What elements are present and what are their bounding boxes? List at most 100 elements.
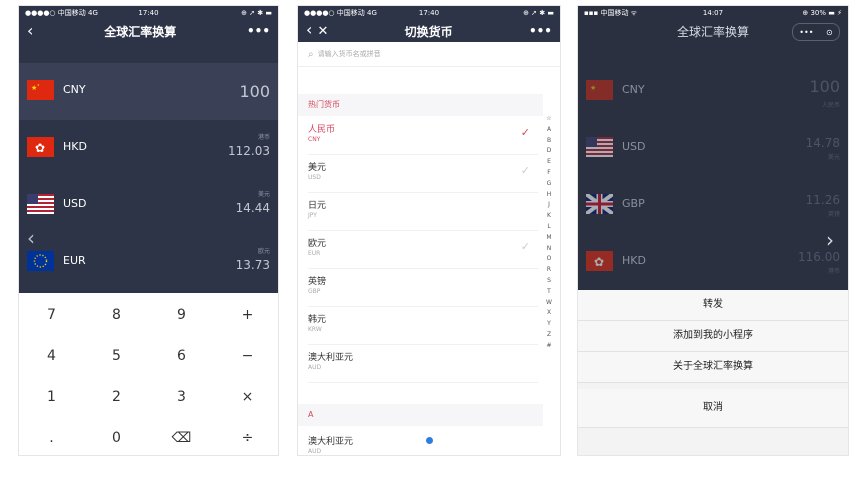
currency-row-usd[interactable]: USD 14.78 美元 <box>578 120 848 177</box>
status-bar: ▪▪▪ 中国移动 ᯤ 14:07 ⊕ 30% ▬ ⚡ <box>578 6 848 20</box>
index-letter[interactable]: W <box>544 298 554 309</box>
list-item[interactable]: 英镑 GBP <box>308 270 538 307</box>
currency-amount: 116.00 <box>798 250 840 264</box>
key-0[interactable]: 0 <box>84 418 149 455</box>
index-letter[interactable]: J <box>544 200 554 211</box>
list-item[interactable]: 韩元 KRW <box>308 308 538 345</box>
index-letter[interactable]: L <box>544 222 554 233</box>
index-letter[interactable]: S <box>544 276 554 287</box>
status-icons: ⊕ 30% ▬ ⚡ <box>802 9 842 17</box>
key-4[interactable]: 4 <box>19 336 84 376</box>
share-menu-screen: ▪▪▪ 中国移动 ᯤ 14:07 ⊕ 30% ▬ ⚡ 全球汇率换算 ••• ⊙ … <box>577 5 849 456</box>
close-circle-icon[interactable]: ⊙ <box>826 28 833 37</box>
check-icon: ✓ <box>520 240 530 253</box>
key-2[interactable]: 2 <box>84 377 149 417</box>
index-letter[interactable]: D <box>544 146 554 157</box>
index-letter[interactable]: Z <box>544 330 554 341</box>
add-to-my-miniprogram-button[interactable]: 添加到我的小程序 <box>578 321 848 352</box>
currency-cn: 日元 <box>308 201 327 211</box>
currency-row-gbp[interactable]: GBP 11.26 英镑 <box>578 177 848 234</box>
scroll-dot <box>426 437 433 444</box>
list-item[interactable]: 欧元 EUR ✓ <box>308 232 538 269</box>
key-5[interactable]: 5 <box>84 336 149 376</box>
list-item[interactable]: 日元 JPY <box>308 194 538 231</box>
search-input[interactable]: ⌕ 请输入货币名或拼音 <box>298 42 560 67</box>
index-letter[interactable]: M <box>544 233 554 244</box>
index-letter[interactable]: T <box>544 287 554 298</box>
chevron-right-icon[interactable]: › <box>826 228 834 252</box>
china-flag-icon: ★ ★ <box>27 80 54 100</box>
time-label: 17:40 <box>418 9 440 17</box>
list-item[interactable]: 澳大利亚元 AUD <box>308 430 538 455</box>
key-multiply[interactable]: × <box>215 377 278 417</box>
key-3[interactable]: 3 <box>149 377 214 417</box>
status-bar: ●●●●○ 中国移动 4G 17:40 ⊕ ➚ ✱ ▬ <box>298 6 560 20</box>
backspace-icon[interactable]: ⌫ <box>149 418 214 455</box>
back-icon[interactable]: ‹ ✕ <box>306 22 328 40</box>
alphabet-index[interactable]: ☆ A B D E F G H J K L M N O R S T W X Y … <box>544 114 554 352</box>
currency-cn: 韩元 <box>308 315 327 325</box>
currency-code: EUR <box>63 254 86 267</box>
index-letter[interactable]: A <box>544 125 554 136</box>
key-8[interactable]: 8 <box>84 295 149 335</box>
currency-en: AUD <box>308 364 322 371</box>
key-7[interactable]: 7 <box>19 295 84 335</box>
index-letter[interactable]: R <box>544 265 554 276</box>
currency-name: 美元 <box>827 154 840 161</box>
more-icon[interactable]: ••• <box>799 28 813 37</box>
currency-en: AUD <box>308 448 322 455</box>
key-1[interactable]: 1 <box>19 377 84 417</box>
chevron-left-icon[interactable]: ‹ <box>27 226 35 250</box>
status-icons: ⊕ ➚ ✱ ▬ <box>241 9 272 17</box>
back-icon[interactable]: ‹ <box>27 23 33 39</box>
currency-code: GBP <box>622 197 645 210</box>
currency-name: 港币 <box>257 134 270 141</box>
currency-row-usd[interactable]: USD 美元 14.44 <box>19 177 278 234</box>
list-item[interactable]: 人民币 CNY ✓ <box>308 118 538 155</box>
key-plus[interactable]: + <box>215 295 278 335</box>
currency-row-hkd[interactable]: ✿ HKD 116.00 港币 <box>578 234 848 291</box>
index-letter[interactable]: ☆ <box>544 114 554 125</box>
key-divide[interactable]: ÷ <box>215 418 278 455</box>
index-letter[interactable]: Y <box>544 319 554 330</box>
currency-row-cny[interactable]: ★ CNY 100 人民币 <box>578 63 848 120</box>
currency-row-eur[interactable]: EUR 欧元 13.73 <box>19 234 278 291</box>
index-letter[interactable]: K <box>544 211 554 222</box>
currency-amount: 14.78 <box>805 136 840 150</box>
more-button[interactable]: ••• <box>247 24 270 38</box>
currency-name: 美元 <box>257 191 270 198</box>
us-flag-icon <box>586 137 613 157</box>
currency-en: KRW <box>308 326 322 333</box>
currency-row-hkd[interactable]: ✿ HKD 港币 112.03 <box>19 120 278 177</box>
cancel-button[interactable]: 取消 <box>578 389 848 428</box>
index-letter[interactable]: G <box>544 179 554 190</box>
more-button[interactable]: ••• <box>529 24 552 38</box>
action-sheet: 转发 添加到我的小程序 关于全球汇率换算 取消 <box>578 290 848 455</box>
search-icon: ⌕ <box>308 48 314 60</box>
index-letter[interactable]: B <box>544 136 554 147</box>
index-letter[interactable]: N <box>544 244 554 255</box>
currency-picker-screen: ●●●●○ 中国移动 4G 17:40 ⊕ ➚ ✱ ▬ ‹ ✕ 切换货币 •••… <box>297 5 561 456</box>
index-letter[interactable]: O <box>544 254 554 265</box>
list-item[interactable]: 美元 USD ✓ <box>308 156 538 193</box>
currency-amount: 112.03 <box>228 144 270 158</box>
close-icon[interactable]: ✕ <box>317 24 328 39</box>
about-button[interactable]: 关于全球汇率换算 <box>578 352 848 383</box>
capsule-menu[interactable]: ••• ⊙ <box>792 23 840 41</box>
currency-en: GBP <box>308 288 321 295</box>
key-minus[interactable]: − <box>215 336 278 376</box>
index-letter[interactable]: H <box>544 190 554 201</box>
key-6[interactable]: 6 <box>149 336 214 376</box>
search-placeholder: 请输入货币名或拼音 <box>317 50 381 58</box>
index-letter[interactable]: F <box>544 168 554 179</box>
key-9[interactable]: 9 <box>149 295 214 335</box>
currency-row-cny[interactable]: ★ ★ CNY 100 <box>19 63 278 120</box>
currency-code: CNY <box>622 83 645 96</box>
forward-button[interactable]: 转发 <box>578 290 848 321</box>
currency-name: 英镑 <box>827 211 840 218</box>
key-dot[interactable]: . <box>19 418 84 455</box>
index-letter[interactable]: # <box>544 341 554 352</box>
list-item[interactable]: 澳大利亚元 AUD <box>308 346 538 383</box>
index-letter[interactable]: E <box>544 157 554 168</box>
index-letter[interactable]: X <box>544 308 554 319</box>
